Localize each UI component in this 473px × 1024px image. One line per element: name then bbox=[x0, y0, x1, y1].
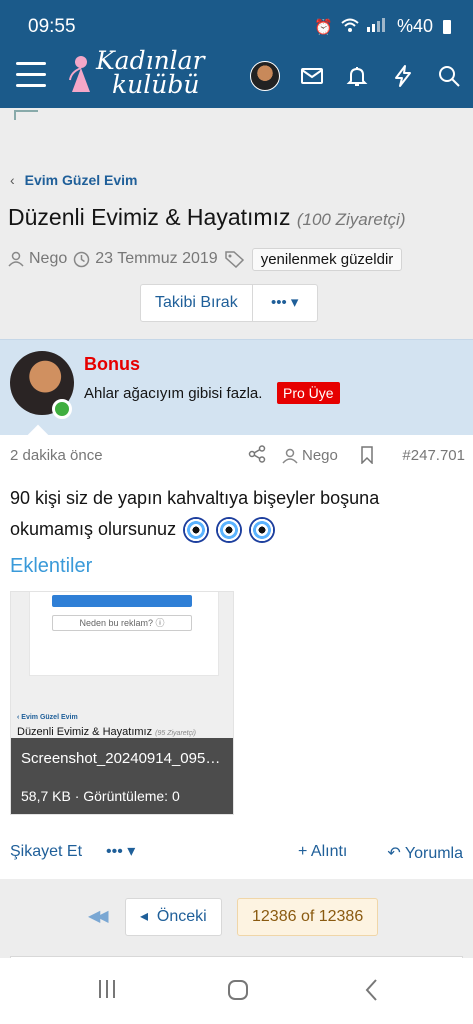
menu-icon[interactable] bbox=[16, 62, 46, 88]
wifi-icon bbox=[341, 18, 359, 36]
battery-icon bbox=[443, 19, 451, 34]
thread-author[interactable]: Nego bbox=[29, 250, 67, 268]
search-icon[interactable] bbox=[437, 64, 461, 88]
account-avatar[interactable] bbox=[250, 61, 280, 91]
logo-figure-icon bbox=[69, 56, 90, 92]
tag-chip[interactable]: yenilenmek güzeldir bbox=[251, 247, 403, 271]
battery-text: %40 bbox=[396, 16, 433, 36]
quote-button[interactable]: + Alıntı bbox=[298, 843, 347, 861]
prev-page-button[interactable]: ◂ Önceki bbox=[125, 898, 222, 936]
page-title: Düzenli Evimiz & Hayatımız (100 Ziyaretç… bbox=[8, 204, 406, 231]
evil-eye-emoji-icon bbox=[216, 517, 243, 544]
unfollow-button[interactable]: Takibi Bırak bbox=[141, 285, 253, 321]
user-title: Ahlar ağacıyım gibisi fazla. bbox=[84, 385, 263, 402]
reply-label: Yorumla bbox=[404, 845, 463, 862]
attachment-meta: 58,7 KB · Görüntüleme: 0 bbox=[21, 788, 180, 804]
pagination: ◀◀ ◂ Önceki 12386 of 12386 bbox=[0, 880, 473, 960]
clock-icon bbox=[74, 251, 90, 267]
thumb-blue-bar bbox=[52, 595, 192, 607]
broken-image-icon bbox=[14, 110, 38, 120]
bookmark-icon[interactable] bbox=[360, 446, 374, 464]
system-nav-bar bbox=[0, 958, 473, 1024]
breadcrumb[interactable]: ‹ Evim Güzel Evim bbox=[10, 172, 138, 188]
post-user-card: Bonus Ahlar ağacıyım gibisi fazla. Pro Ü… bbox=[0, 339, 473, 448]
breadcrumb-label[interactable]: Evim Güzel Evim bbox=[25, 172, 138, 188]
status-bar: 09:55 ⏰ %40 bbox=[0, 0, 473, 52]
signal-icon bbox=[366, 17, 389, 36]
post-more-button[interactable]: ••• ▾ bbox=[106, 841, 135, 861]
thumb-title: Düzenli Evimiz & Hayatımız (95 Ziyaretçi… bbox=[17, 726, 196, 738]
thumb-why-ad: Neden bu reklam? ⓘ bbox=[52, 615, 192, 631]
reply-button[interactable]: ↶ Yorumla bbox=[387, 843, 463, 863]
report-button[interactable]: Şikayet Et bbox=[10, 843, 82, 861]
prev-label: Önceki bbox=[156, 908, 207, 925]
alarm-icon: ⏰ bbox=[314, 18, 333, 36]
post-author[interactable]: Nego bbox=[302, 447, 338, 464]
attachment-thumbnail[interactable]: Neden bu reklam? ⓘ ‹ Evim Güzel Evim Düz… bbox=[10, 591, 234, 815]
post-body: 90 kişi siz de yapın kahvaltıya bişeyler… bbox=[10, 483, 465, 545]
tags-icon bbox=[224, 251, 244, 268]
user-badge: Pro Üye bbox=[277, 382, 340, 404]
thread-meta: Nego 23 Temmuz 2019 yenilenmek güzeldir bbox=[8, 247, 403, 271]
view-count: (100 Ziyaretçi) bbox=[296, 210, 406, 229]
post-number[interactable]: #247.701 bbox=[402, 447, 465, 464]
status-time: 09:55 bbox=[28, 16, 76, 37]
attachments-heading: Eklentiler bbox=[10, 555, 93, 577]
post-time[interactable]: 2 dakika önce bbox=[10, 447, 103, 464]
bell-icon[interactable] bbox=[345, 64, 369, 88]
user-icon bbox=[8, 251, 24, 267]
back-icon[interactable] bbox=[362, 978, 382, 1002]
top-bar: 09:55 ⏰ %40 Kadınlar kulübü bbox=[0, 0, 473, 108]
more-dots-icon: ••• bbox=[270, 294, 287, 311]
more-dots-icon: ••• bbox=[106, 843, 123, 860]
thread-title: Düzenli Evimiz & Hayatımız bbox=[8, 204, 291, 230]
share-icon[interactable] bbox=[248, 445, 266, 463]
caret-down-icon: ▾ bbox=[290, 294, 299, 311]
reply-icon: ↶ bbox=[387, 845, 401, 862]
evil-eye-emoji-icon bbox=[249, 517, 276, 544]
status-icons: ⏰ %40 bbox=[314, 16, 451, 37]
site-logo[interactable]: Kadınlar kulübü bbox=[68, 48, 205, 104]
logo-line2: kulübü bbox=[112, 70, 200, 99]
online-status-icon bbox=[52, 399, 72, 419]
first-page-icon[interactable]: ◀◀ bbox=[88, 906, 109, 926]
post-username[interactable]: Bonus bbox=[84, 354, 140, 375]
current-page[interactable]: 12386 of 12386 bbox=[237, 898, 379, 936]
thread-date[interactable]: 23 Temmuz 2019 bbox=[95, 250, 217, 268]
site-header: Kadınlar kulübü bbox=[0, 48, 473, 108]
thread-more-button[interactable]: ••• ▾ bbox=[253, 285, 317, 321]
lightning-icon[interactable] bbox=[391, 64, 415, 88]
recents-icon[interactable] bbox=[96, 978, 118, 1000]
chevron-left-icon: ‹ bbox=[10, 172, 15, 188]
post: 2 dakika önce Nego #247.701 90 kişi siz … bbox=[0, 435, 473, 879]
attachment-info: Screenshot_20240914_095… 58,7 KB · Görün… bbox=[11, 738, 233, 814]
evil-eye-emoji-icon bbox=[183, 517, 210, 544]
thumb-preview-card: Neden bu reklam? ⓘ bbox=[29, 592, 219, 676]
mail-icon[interactable] bbox=[300, 64, 324, 88]
author-user-icon bbox=[282, 448, 298, 464]
home-icon[interactable] bbox=[226, 978, 250, 1002]
caret-left-icon: ◂ bbox=[140, 908, 149, 925]
caret-down-icon: ▾ bbox=[127, 843, 136, 860]
thumb-breadcrumb: ‹ Evim Güzel Evim bbox=[17, 714, 78, 721]
attachment-filename: Screenshot_20240914_095… bbox=[21, 750, 221, 767]
follow-group: Takibi Bırak ••• ▾ bbox=[140, 284, 318, 322]
